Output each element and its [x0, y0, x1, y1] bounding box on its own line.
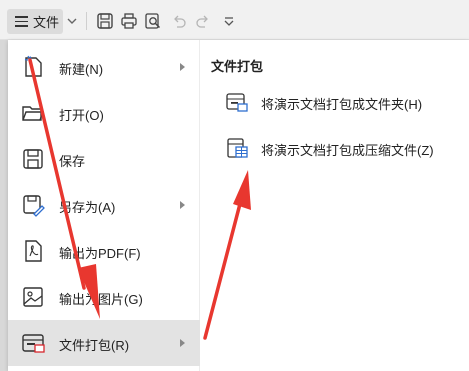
save-icon: [23, 149, 43, 169]
menu-item-label: 保存: [59, 154, 86, 169]
menu-icon: [15, 16, 28, 27]
document-background: [0, 40, 8, 371]
file-menu-label: 文件: [33, 15, 60, 30]
menu-item-export-image[interactable]: 输出为图片(G): [8, 274, 200, 320]
undo-icon[interactable]: [170, 12, 188, 30]
menu-item-export-pdf[interactable]: 输出为PDF(F): [8, 228, 200, 274]
save-as-icon: [23, 195, 45, 217]
menu-item-label: 另存为(A): [59, 200, 116, 215]
save-icon[interactable]: [96, 12, 114, 30]
toolbar-divider: [86, 12, 87, 30]
menu-item-label: 打开(O): [59, 108, 104, 123]
export-image-icon: [23, 287, 43, 307]
export-pdf-icon: [25, 240, 42, 262]
new-doc-icon: [24, 55, 42, 77]
redo-icon[interactable]: [194, 12, 212, 30]
menu-item-save-as[interactable]: 另存为(A): [8, 182, 200, 228]
menu-item-save[interactable]: 保存: [8, 136, 200, 182]
print-icon[interactable]: [120, 12, 138, 30]
submenu-title: 文件打包: [211, 59, 264, 74]
menu-item-new[interactable]: 新建(N): [8, 44, 200, 90]
menu-item-label: 文件打包(R): [59, 338, 130, 353]
folder-open-icon: [22, 106, 45, 121]
file-menu-list: 新建(N) 打开(O) 保存 另存为(A) 输出为PDF(F) 输出为图片(G)…: [8, 40, 200, 371]
quick-access-toolbar: 文件: [0, 0, 469, 40]
package-folder-icon: [226, 93, 248, 112]
submenu-item-label: 将演示文档打包成文件夹(H): [261, 97, 423, 112]
file-menu-button[interactable]: 文件: [7, 9, 63, 34]
customize-icon[interactable]: [220, 12, 238, 30]
chevron-down-icon[interactable]: [65, 13, 79, 29]
menu-item-label: 新建(N): [59, 62, 104, 77]
submenu-arrow-icon: [180, 339, 185, 347]
menu-item-file-package[interactable]: 文件打包(R): [8, 320, 200, 366]
package-to-folder-item[interactable]: 将演示文档打包成文件夹(H): [219, 87, 459, 117]
submenu-arrow-icon: [180, 201, 185, 209]
file-package-icon: [22, 334, 45, 353]
submenu-arrow-icon: [180, 63, 185, 71]
submenu-item-label: 将演示文档打包成压缩文件(Z): [261, 143, 434, 158]
file-menu-panel: 新建(N) 打开(O) 保存 另存为(A) 输出为PDF(F) 输出为图片(G)…: [8, 40, 469, 371]
menu-item-open[interactable]: 打开(O): [8, 90, 200, 136]
menu-item-label: 输出为图片(G): [59, 292, 143, 307]
package-to-zip-item[interactable]: 将演示文档打包成压缩文件(Z): [219, 133, 459, 163]
package-zip-icon: [227, 138, 248, 158]
menu-item-label: 输出为PDF(F): [59, 246, 141, 261]
print-preview-icon[interactable]: [144, 12, 162, 30]
